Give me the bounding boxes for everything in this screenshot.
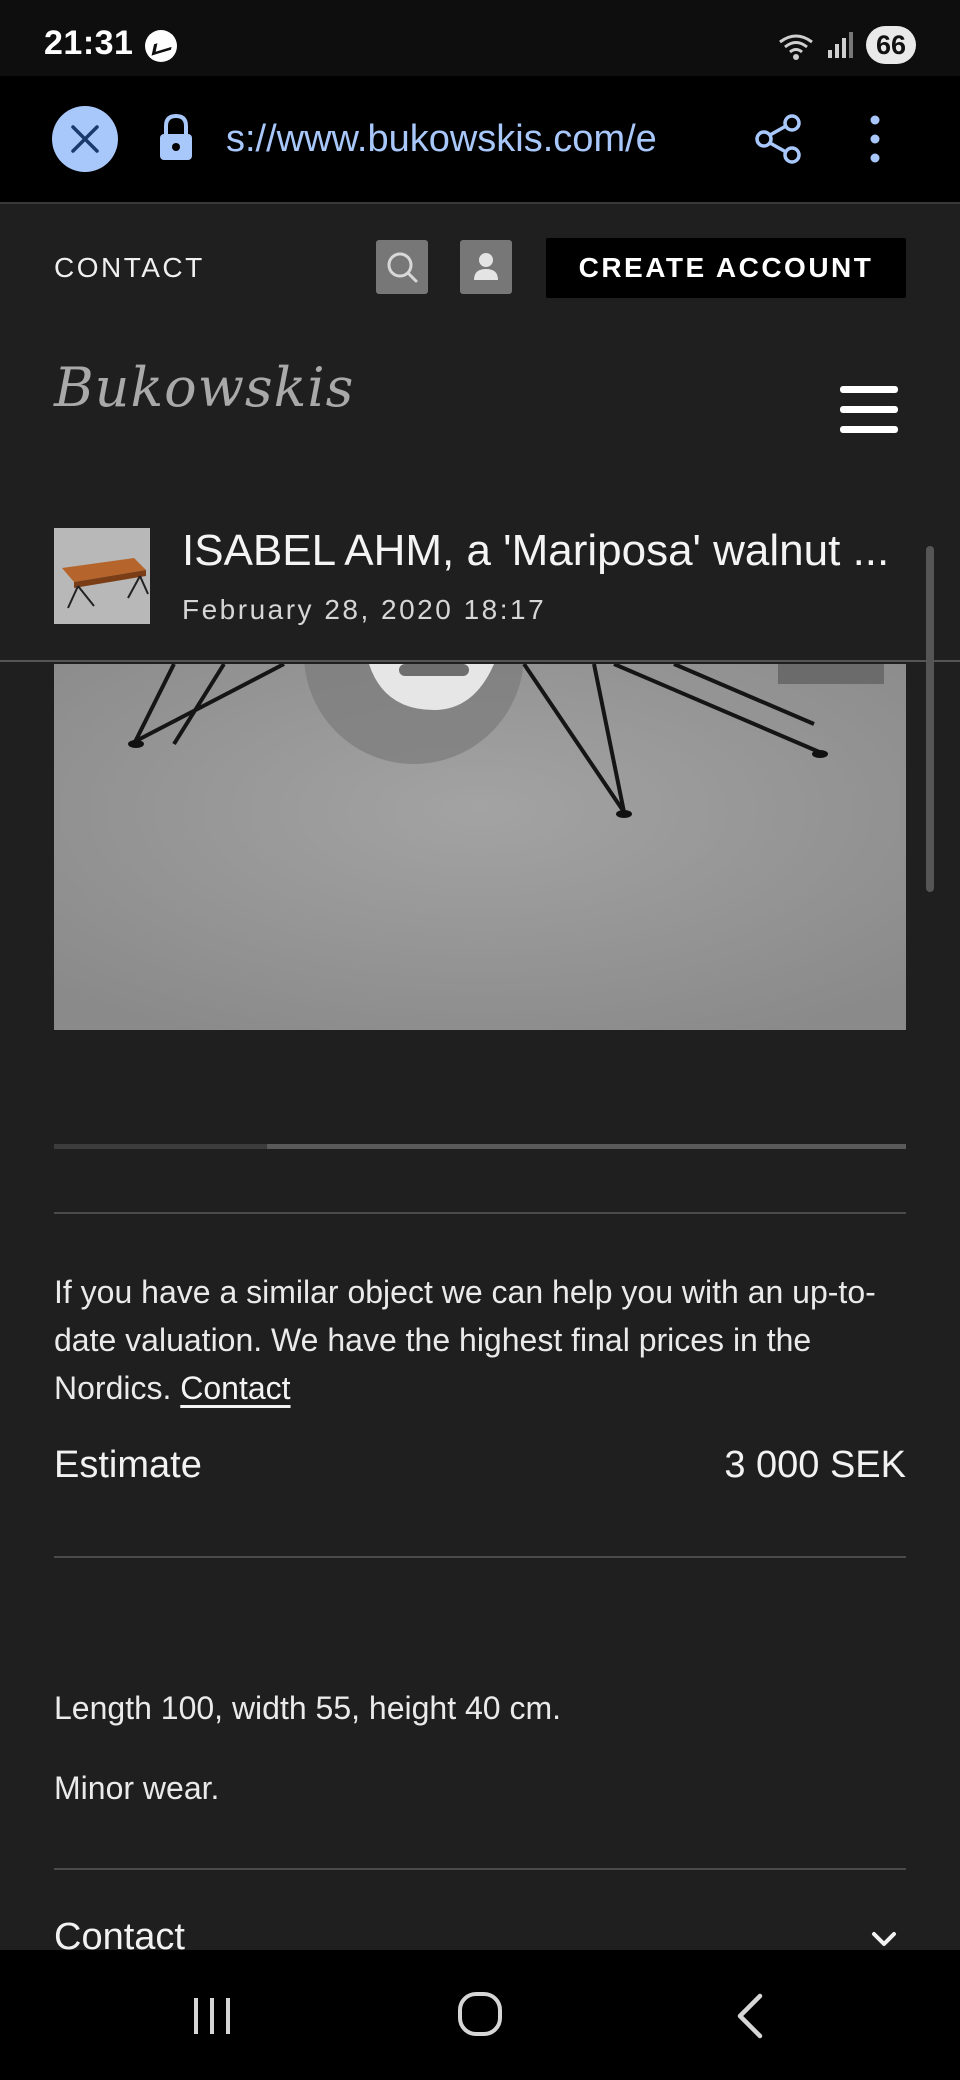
item-title: ISABEL AHM, a 'Mariposa' walnut ... <box>182 526 888 575</box>
divider <box>54 1556 906 1558</box>
user-icon <box>474 253 498 280</box>
estimate-value: 3 000 SEK <box>724 1444 906 1486</box>
back-icon[interactable] <box>732 1990 768 2042</box>
recent-apps-icon[interactable] <box>190 1994 234 2038</box>
item-date: February 28, 2020 18:17 <box>182 594 547 625</box>
divider <box>54 1212 906 1214</box>
account-button[interactable] <box>460 240 512 294</box>
signal-icon <box>827 32 853 58</box>
battery-indicator: 66 <box>865 26 916 64</box>
close-icon <box>71 125 99 153</box>
system-navigation-bar <box>0 1950 960 2080</box>
scrollbar[interactable] <box>926 546 934 892</box>
search-button[interactable] <box>376 240 428 294</box>
search-icon <box>387 252 418 283</box>
status-indicators: 66 <box>776 26 916 64</box>
chevron-down-icon[interactable] <box>868 1926 900 1952</box>
more-options-icon[interactable] <box>858 112 892 166</box>
lock-icon[interactable] <box>156 112 196 164</box>
bukowskis-logo[interactable]: Bukowskis <box>54 356 354 419</box>
status-time: 21:31 <box>44 24 134 62</box>
estimate-label: Estimate <box>54 1444 202 1486</box>
item-sticky-header: ISABEL AHM, a 'Mariposa' walnut ... Febr… <box>0 506 960 662</box>
url-bar[interactable]: s://www.bukowskis.com/e <box>226 118 716 161</box>
item-thumbnail[interactable] <box>54 528 150 624</box>
share-icon[interactable] <box>752 112 806 166</box>
menu-icon[interactable] <box>840 386 898 436</box>
item-dimensions: Length 100, width 55, height 40 cm. <box>54 1690 562 1726</box>
product-image[interactable] <box>54 664 906 1030</box>
valuation-message: If you have a similar object we can help… <box>54 1274 876 1406</box>
close-tab-button[interactable] <box>52 106 118 172</box>
site-header: CONTACT CREATE ACCOUNT Bukowskis <box>0 206 960 506</box>
valuation-text: If you have a similar object we can help… <box>54 1268 906 1412</box>
home-icon[interactable] <box>456 1990 504 2038</box>
table-photo <box>54 664 906 1030</box>
gallery-progress <box>54 1144 906 1149</box>
valuation-contact-link[interactable]: Contact <box>180 1370 290 1406</box>
create-account-button[interactable]: CREATE ACCOUNT <box>546 238 906 298</box>
item-condition: Minor wear. <box>54 1770 220 1806</box>
browser-toolbar: s://www.bukowskis.com/e <box>0 76 960 204</box>
contact-link[interactable]: CONTACT <box>54 252 205 284</box>
wifi-icon <box>779 34 813 60</box>
messenger-icon <box>145 30 177 62</box>
divider <box>54 1868 906 1870</box>
status-bar: 21:31 66 <box>0 0 960 76</box>
table-thumbnail-image <box>54 528 150 624</box>
gallery-progress-fill <box>54 1144 267 1149</box>
